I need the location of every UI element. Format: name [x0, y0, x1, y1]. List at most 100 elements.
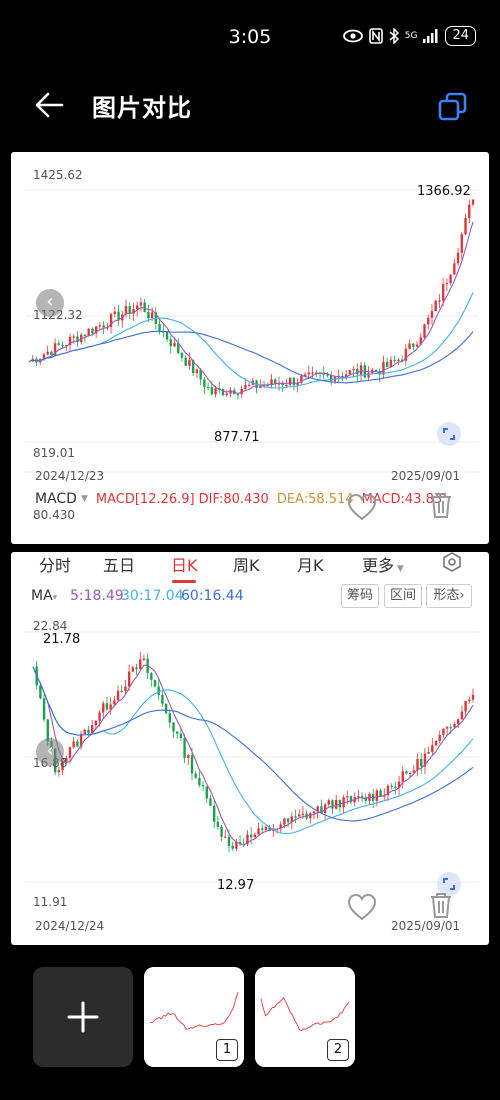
favorite-button[interactable]	[346, 892, 378, 922]
comparison-image-2: 分时 五日 日K 周K 月K 更多 ▼ MA▾ 5:18.49 30:17.04…	[11, 552, 489, 945]
macd-selector[interactable]: MACD	[35, 491, 77, 507]
peak-price-label: 21.78	[43, 632, 81, 647]
signal-icon	[423, 29, 438, 43]
candle-body	[143, 302, 146, 312]
candle-body	[346, 796, 349, 798]
candle-body	[50, 351, 53, 356]
candle-body	[367, 373, 370, 378]
candle-body	[445, 727, 449, 729]
candle-body	[348, 370, 352, 375]
candle-body	[311, 372, 314, 374]
delete-button[interactable]	[425, 490, 457, 520]
candle-body	[102, 325, 105, 328]
back-button[interactable]	[30, 88, 70, 122]
candle-body	[150, 312, 154, 319]
heart-icon	[347, 893, 377, 921]
candle-body	[42, 698, 46, 720]
candle-body	[187, 755, 190, 758]
candle-body	[173, 343, 176, 347]
date-start-label: 2024/12/24	[35, 919, 105, 933]
candle-body	[412, 343, 415, 347]
candle-body	[257, 828, 260, 835]
price-low-label: 11.91	[33, 895, 68, 909]
candle-body	[179, 733, 183, 738]
candle-body	[194, 773, 197, 778]
candle-body	[220, 826, 223, 837]
candle-body	[427, 317, 430, 325]
candle-body	[453, 723, 456, 728]
candle-body	[142, 658, 146, 660]
candle-body	[113, 311, 117, 314]
candle-body	[379, 790, 382, 797]
candle-body	[168, 713, 172, 723]
delete-button[interactable]	[425, 890, 457, 920]
fit-screen-button[interactable]	[437, 422, 461, 446]
previous-arrow[interactable]: ‹	[36, 738, 64, 766]
candle-body	[188, 359, 191, 366]
candle-body	[449, 274, 452, 283]
candle-body	[68, 747, 72, 758]
nfc-icon	[368, 28, 383, 44]
candle-body	[131, 667, 135, 672]
eye-icon	[342, 29, 363, 43]
image-tray: 1 2	[0, 955, 500, 1100]
candle-body	[124, 686, 127, 692]
candle-body	[471, 694, 475, 700]
candle-body	[212, 805, 216, 822]
candle-body	[116, 690, 120, 701]
low-price-label: 12.97	[217, 878, 255, 893]
candle-body	[184, 357, 187, 366]
candle-body	[274, 379, 277, 384]
candle-body	[83, 729, 86, 734]
price-high-label: 22.84	[33, 619, 68, 633]
add-image-button[interactable]	[33, 967, 133, 1067]
candle-body	[471, 199, 475, 205]
candle-body	[180, 353, 184, 358]
previous-arrow[interactable]: ‹	[36, 289, 64, 317]
macd-axis-label: 80.430	[33, 508, 75, 522]
peak-price-label: 1366.92	[417, 184, 471, 199]
candle-body	[147, 311, 150, 319]
candle-body	[375, 790, 379, 801]
status-bar: 3:05 5G 24	[0, 0, 500, 72]
thumbnail-number: 2	[327, 1039, 349, 1061]
page-title: 图片对比	[92, 94, 192, 122]
candle-body	[261, 828, 264, 830]
candle-body	[161, 694, 164, 704]
thumbnail-2[interactable]: 2	[255, 967, 355, 1067]
candle-body	[438, 300, 441, 302]
candle-body	[225, 393, 228, 396]
dea-value: DEA:58.514	[276, 491, 354, 507]
candle-body	[285, 384, 288, 387]
candle-body	[431, 745, 434, 753]
candle-body	[83, 334, 87, 337]
candle-body	[91, 328, 94, 334]
thumbnail-1[interactable]: 1	[144, 967, 244, 1067]
candle-body	[247, 384, 251, 387]
candle-body	[401, 771, 404, 782]
ma5-line	[32, 664, 474, 846]
candle-body	[87, 729, 90, 734]
low-price-label: 877.71	[214, 430, 260, 445]
candle-body	[427, 752, 430, 754]
candle-body	[393, 359, 396, 361]
candle-body	[405, 771, 408, 774]
candle-body	[408, 343, 411, 349]
candle-body	[206, 387, 210, 389]
candle-body	[183, 737, 186, 758]
candle-body	[352, 369, 355, 371]
candle-body	[408, 772, 412, 774]
candle-body	[415, 344, 419, 347]
candle-body	[113, 700, 116, 705]
candle-body	[298, 814, 301, 817]
copy-icon	[438, 92, 467, 121]
candle-body	[165, 331, 169, 340]
candle-body	[46, 351, 49, 355]
candle-body	[216, 821, 220, 827]
candle-body	[150, 673, 153, 680]
bluetooth-icon	[389, 28, 399, 44]
copy-button[interactable]	[436, 90, 470, 124]
candle-body	[468, 204, 471, 219]
dropdown-icon: ▼	[80, 494, 88, 504]
favorite-button[interactable]	[346, 492, 378, 522]
